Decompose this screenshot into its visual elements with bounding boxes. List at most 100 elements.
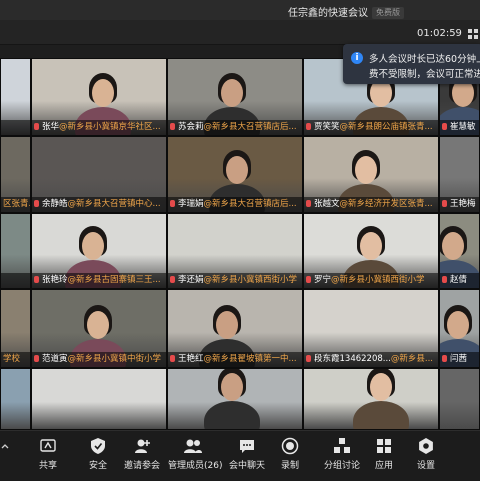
video-tile[interactable]: 罗宁@新乡县小冀镇西街小学	[303, 213, 439, 289]
video-tile[interactable]: 苏会莉@新乡县大召营镇店后...	[167, 58, 303, 136]
mic-muted-icon	[34, 123, 39, 130]
grid-view-icon[interactable]	[468, 29, 478, 39]
security-label: 安全	[88, 461, 107, 471]
participant-name: 范道寅	[42, 354, 68, 364]
video-tile[interactable]: 赵倩	[439, 213, 480, 289]
video-tile[interactable]: 段东霞13462208...@新乡县...	[303, 289, 439, 368]
mic-muted-icon	[306, 123, 311, 130]
video-tile[interactable]	[31, 368, 167, 430]
participant-face	[221, 79, 243, 107]
free-badge: 免费版	[372, 7, 404, 19]
chevron-up-icon	[1, 444, 9, 449]
video-tile[interactable]: 范道寅@新乡县小冀镇中街小学	[31, 289, 167, 368]
participant-name: 闫茜	[450, 354, 468, 364]
participant-organization: @新乡县翟坡镇第一中...	[203, 354, 297, 364]
invite-label: 邀请参会	[123, 461, 160, 471]
members-icon	[184, 439, 202, 453]
participant-name-bar: 王艳红@新乡县翟坡镇第一中...	[168, 352, 302, 367]
share-icon	[40, 439, 56, 452]
participant-name: 张华	[42, 122, 60, 132]
participant-face	[82, 232, 104, 260]
participant-name-bar	[1, 120, 30, 135]
participant-name-bar: 张越文@新乡经济开发区张青...	[304, 197, 438, 212]
mic-muted-icon	[34, 200, 39, 207]
settings-button[interactable]: 设置	[412, 437, 440, 477]
participant-organization: @新乡县古固寨镇三王...	[67, 275, 161, 285]
participant-organization: @新乡县大召营镇店后...	[203, 199, 297, 209]
notice-line-1: 多人会议时长已达60分钟上	[369, 54, 480, 65]
title-bar: 任宗鑫的快速会议 免费版	[0, 0, 480, 20]
shield-icon	[91, 438, 105, 454]
video-tile[interactable]: 张艳玲@新乡县古固寨镇三王...	[31, 213, 167, 289]
participant-face	[221, 373, 243, 401]
video-tile[interactable]	[0, 368, 31, 430]
participant-organization: @新乡县...	[390, 354, 433, 364]
participant-organization: @新乡县小冀镇中街小学	[67, 354, 162, 364]
security-button[interactable]: 安全	[80, 437, 116, 477]
participant-body	[353, 401, 409, 429]
participant-face	[226, 156, 248, 184]
participant-organization: @新乡县小冀镇西街小学	[331, 275, 425, 285]
record-button[interactable]: 录制	[276, 437, 304, 477]
meeting-title: 任宗鑫的快速会议 免费版	[288, 4, 404, 19]
participant-organization: @新乡县小冀镇京华社区...	[59, 122, 161, 132]
participant-name: 王艳梅	[450, 199, 476, 209]
info-bar	[0, 20, 480, 45]
participant-name: 张艳玲	[42, 275, 68, 285]
participant-name-bar: 张艳玲@新乡县古固寨镇三王...	[32, 273, 166, 288]
mic-muted-icon	[170, 123, 175, 130]
video-tile[interactable]: 区张青...	[0, 136, 31, 213]
participant-name: 李还娟	[178, 275, 204, 285]
video-tile[interactable]: 闫茜	[439, 289, 480, 368]
video-tile[interactable]: 张越文@新乡经济开发区张青...	[303, 136, 439, 213]
video-tile[interactable]: 李还娟@新乡县小冀镇西街小学	[167, 213, 303, 289]
video-tile[interactable]: 李瑞娟@新乡县大召营镇店后...	[167, 136, 303, 213]
share-label: 共享	[38, 461, 57, 471]
mic-muted-icon	[170, 200, 175, 207]
toolbar-edge-chevron[interactable]	[0, 437, 10, 477]
settings-icon	[419, 438, 433, 454]
mic-muted-icon	[306, 200, 311, 207]
members-button[interactable]: 管理成员(26)	[168, 437, 222, 477]
video-tile[interactable]	[0, 213, 31, 289]
participant-body	[204, 401, 260, 429]
video-tile[interactable]	[303, 368, 439, 430]
video-tile[interactable]: 王艳梅	[439, 136, 480, 213]
notice-line-2: 费不受限制，会议可正常进	[369, 69, 480, 80]
participant-name: 贾笑笑	[314, 122, 340, 132]
info-icon: i	[351, 52, 363, 64]
apps-button[interactable]: 应用	[370, 437, 398, 477]
video-tile[interactable]: 余静皓@新乡县大召营镇中心...	[31, 136, 167, 213]
participant-name: 李瑞娟	[178, 199, 204, 209]
record-label: 录制	[280, 461, 299, 471]
video-tile[interactable]	[167, 368, 303, 430]
participant-face	[360, 232, 382, 260]
apps-icon	[377, 439, 391, 453]
chat-icon	[240, 440, 254, 453]
participant-name-bar: 闫茜	[440, 352, 479, 367]
participant-face	[87, 311, 109, 339]
share-button[interactable]: 共享	[30, 437, 66, 477]
video-tile[interactable]: 王艳红@新乡县翟坡镇第一中...	[167, 289, 303, 368]
participant-organization: @新乡县大召营镇中心...	[67, 199, 161, 209]
participant-name-bar: 张华@新乡县小冀镇京华社区...	[32, 120, 166, 135]
participant-face	[92, 79, 114, 107]
participant-organization: @新乡县小冀镇西街小学	[203, 275, 298, 285]
breakout-button[interactable]: 分组讨论	[322, 437, 362, 477]
video-tile[interactable]: 张华@新乡县小冀镇京华社区...	[31, 58, 167, 136]
chat-button[interactable]: 会中聊天	[228, 437, 266, 477]
participant-face	[216, 311, 238, 339]
participant-name-bar: 贾笑笑@新乡县朗公庙镇张青...	[304, 120, 438, 135]
video-tile[interactable]	[0, 58, 31, 136]
breakout-label: 分组讨论	[323, 461, 360, 471]
mic-muted-icon	[34, 276, 39, 283]
mic-muted-icon	[34, 355, 39, 362]
participant-organization: 学校	[3, 354, 21, 364]
chat-label: 会中聊天	[228, 461, 265, 471]
video-tile[interactable]: 学校	[0, 289, 31, 368]
record-icon	[281, 437, 299, 455]
participant-name-bar	[1, 273, 30, 288]
invite-button[interactable]: 邀请参会	[120, 437, 164, 477]
video-tile[interactable]	[439, 368, 480, 430]
settings-label: 设置	[416, 461, 435, 471]
